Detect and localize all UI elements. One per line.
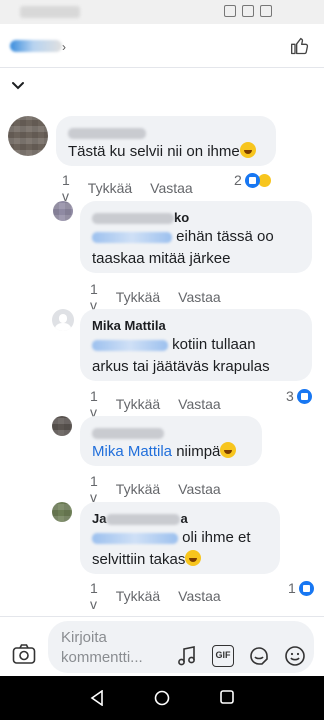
comment-author[interactable]: ko [92, 209, 300, 226]
comment-text-line: selvittiin takas [92, 549, 268, 571]
comment-actions: 1 v Tykkää Vastaa [90, 580, 239, 612]
comment-input[interactable]: Kirjoita kommentti... GIF [48, 621, 314, 673]
like-button[interactable]: Tykkää [116, 588, 160, 604]
like-button[interactable]: Tykkää [88, 180, 132, 196]
comment-author-blurred[interactable] [92, 424, 250, 441]
reaction-summary[interactable]: 1 [288, 580, 314, 596]
comment-text: oli ihme et [92, 527, 268, 549]
chevron-down-icon[interactable] [10, 78, 26, 94]
like-button[interactable]: Tykkää [116, 289, 160, 305]
comment-bubble[interactable]: Ja a oli ihme et selvittiin takas [80, 502, 280, 574]
reaction-count: 2 [234, 172, 242, 188]
comment-text: Mika Mattila niimpä [92, 441, 250, 463]
mention-link[interactable]: Mika Mattila [92, 443, 172, 460]
comment-time[interactable]: 1 v [90, 473, 98, 505]
comments-header: › [0, 24, 324, 68]
comment-text-line: taaskaa mitää järkee [92, 250, 231, 267]
mute-icon [242, 5, 254, 17]
reaction-summary[interactable]: 3 [286, 388, 312, 404]
laughing-emoji-icon [239, 142, 256, 158]
chevron-right-icon[interactable]: › [62, 40, 66, 54]
status-bar [0, 0, 324, 24]
reply-button[interactable]: Vastaa [178, 289, 221, 305]
mention-blurred[interactable] [92, 231, 172, 243]
like-reaction-icon [298, 580, 314, 596]
mention-blurred[interactable] [92, 532, 178, 544]
comment-text: eihän tässä oo [92, 226, 300, 248]
emoji-icon[interactable] [284, 645, 306, 667]
author-name-suffix: ko [174, 210, 190, 225]
comment-text: kotiin tullaan [92, 334, 300, 356]
comment-time[interactable]: 1 v [90, 580, 98, 612]
reply-button[interactable]: Vastaa [150, 180, 193, 196]
signal-icon [260, 5, 272, 17]
thumbs-up-icon[interactable] [290, 36, 310, 56]
like-reaction-icon [296, 388, 312, 404]
avatar[interactable] [52, 502, 72, 522]
comment-text: Tästä ku selvii nii on ihme [68, 141, 264, 163]
system-nav-bar [0, 676, 324, 720]
comment-bubble[interactable]: Tästä ku selvii nii on ihme [56, 116, 276, 166]
reaction-count: 1 [288, 580, 296, 596]
avatar[interactable] [52, 416, 72, 436]
sticker-icon[interactable] [248, 645, 270, 667]
back-icon[interactable] [90, 690, 104, 706]
comment-author[interactable]: Mika Mattila [92, 317, 300, 334]
comment-author[interactable]: Ja a [92, 510, 268, 527]
laughing-emoji-icon [220, 442, 237, 458]
music-icon[interactable] [176, 645, 198, 667]
reply-button[interactable]: Vastaa [178, 481, 221, 497]
reactor-names-blurred[interactable] [10, 40, 62, 52]
status-icons [224, 5, 272, 17]
camera-icon[interactable] [12, 643, 36, 665]
mention-blurred[interactable] [92, 339, 168, 351]
reaction-count: 3 [286, 388, 294, 404]
reaction-summary[interactable]: 2 [234, 172, 272, 188]
avatar[interactable] [8, 116, 48, 156]
comment-author-blurred[interactable] [68, 124, 264, 141]
author-name-prefix: Ja [92, 511, 107, 526]
comment-actions: 1 v Tykkää Vastaa [62, 172, 211, 204]
default-avatar-icon[interactable] [52, 309, 74, 331]
nfc-icon [224, 5, 236, 17]
status-bar-blur [20, 6, 80, 18]
avatar[interactable] [53, 201, 73, 221]
comment-input-placeholder: Kirjoita kommentti... [61, 629, 143, 666]
gif-icon[interactable]: GIF [212, 645, 234, 667]
like-button[interactable]: Tykkää [116, 481, 160, 497]
comment-time[interactable]: 1 v [62, 172, 70, 204]
comment-text-line: arkus tai jäätäväs krapulas [92, 358, 270, 375]
comment-composer: Kirjoita kommentti... GIF [0, 616, 324, 676]
reply-button[interactable]: Vastaa [178, 396, 221, 412]
like-reaction-icon [244, 172, 260, 188]
comment-bubble[interactable]: Mika Mattila niimpä [80, 416, 262, 466]
author-name-suffix: a [180, 511, 188, 526]
like-button[interactable]: Tykkää [116, 396, 160, 412]
comment-bubble[interactable]: ko eihän tässä oo taaskaa mitää järkee [80, 201, 312, 273]
laughing-emoji-icon [185, 550, 202, 566]
comment-actions: 1 v Tykkää Vastaa [90, 473, 239, 505]
recent-apps-icon[interactable] [220, 690, 234, 704]
reply-button[interactable]: Vastaa [178, 588, 221, 604]
comment-bubble[interactable]: Mika Mattila kotiin tullaan arkus tai jä… [80, 309, 312, 381]
home-icon[interactable] [154, 690, 170, 706]
